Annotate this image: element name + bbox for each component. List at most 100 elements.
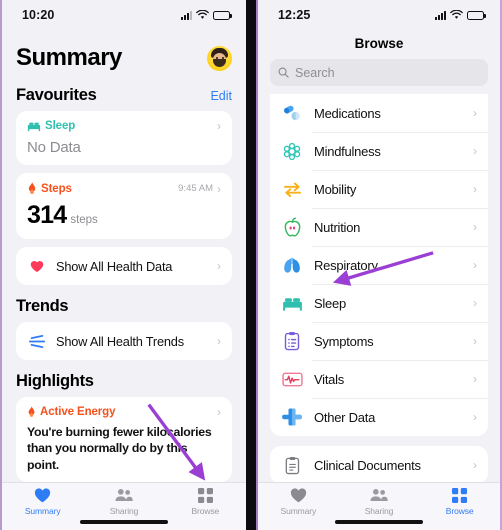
- trends-icon: [27, 331, 47, 351]
- signal-bars-icon: [181, 10, 192, 20]
- show-all-health-trends-row[interactable]: Show All Health Trends ›: [16, 322, 232, 360]
- chevron-right-icon: ›: [473, 106, 477, 120]
- arrows-icon: [281, 178, 303, 200]
- metric-unit: steps: [70, 214, 98, 226]
- row-label: Symptoms: [314, 333, 374, 349]
- page-title: Summary: [16, 44, 122, 71]
- chevron-right-icon: ›: [217, 119, 221, 133]
- chevron-right-icon: ›: [217, 181, 221, 196]
- section-title-favourites: Favourites: [16, 86, 97, 104]
- row-label: Vitals: [314, 371, 345, 387]
- list-item-nutrition[interactable]: Nutrition ›: [270, 208, 488, 246]
- waveform-icon: [281, 368, 303, 390]
- row-label: Clinical Documents: [314, 457, 421, 473]
- home-indicator: [335, 520, 423, 524]
- list-item-symptoms[interactable]: Symptoms ›: [270, 322, 488, 360]
- list-item-other-data[interactable]: Other Data ›: [270, 398, 488, 436]
- chevron-right-icon: ›: [217, 259, 221, 273]
- edit-favourites-button[interactable]: Edit: [210, 89, 232, 103]
- tab-label: Sharing: [364, 506, 394, 516]
- tab-label: Browse: [191, 506, 220, 516]
- chevron-right-icon: ›: [473, 258, 477, 272]
- metric-value: 314: [27, 201, 67, 229]
- status-clock: 10:20: [22, 8, 55, 22]
- grid-icon: [452, 488, 468, 503]
- metric-timestamp: 9:45 AM: [178, 183, 213, 194]
- summary-screen: 10:20 Summary Favourites Edit Sleep › No…: [2, 0, 246, 530]
- section-title-trends: Trends: [16, 297, 69, 315]
- status-bar-left: 10:20: [2, 0, 246, 30]
- flame-icon: [28, 406, 35, 417]
- status-icons: [435, 10, 486, 20]
- chevron-right-icon: ›: [473, 410, 477, 424]
- row-label: Show All Health Trends: [56, 333, 184, 349]
- row-label: Show All Health Data: [56, 258, 173, 274]
- avatar[interactable]: [207, 45, 232, 71]
- frame-divider: [246, 0, 256, 530]
- right-phone-frame: 12:25 Browse Search Medications › Mindfu…: [256, 0, 502, 530]
- chevron-right-icon: ›: [473, 144, 477, 158]
- row-label: Other Data: [314, 409, 376, 425]
- dual-phone-screenshot: 10:20 Summary Favourites Edit Sleep › No…: [0, 0, 502, 530]
- list-item-mobility[interactable]: Mobility ›: [270, 170, 488, 208]
- nav-title: Browse: [354, 36, 404, 51]
- row-label: Respiratory: [314, 257, 378, 273]
- heart-icon: [290, 488, 306, 503]
- heart-icon: [35, 488, 51, 503]
- search-icon: [278, 67, 289, 78]
- chevron-right-icon: ›: [473, 182, 477, 196]
- battery-icon: [467, 10, 486, 20]
- chevron-right-icon: ›: [473, 334, 477, 348]
- tab-sharing[interactable]: Sharing: [83, 488, 164, 516]
- health-categories-card: Medications › Mindfulness › Mobility › N…: [270, 94, 488, 436]
- search-input[interactable]: Search: [270, 59, 488, 86]
- chevron-right-icon: ›: [473, 296, 477, 310]
- row-label: Sleep: [314, 295, 346, 311]
- tab-label: Summary: [280, 506, 317, 516]
- documents-card: Clinical Documents ›: [270, 446, 488, 484]
- list-item-respiratory[interactable]: Respiratory ›: [270, 246, 488, 284]
- wifi-icon: [450, 10, 463, 19]
- people-icon: [370, 489, 388, 501]
- status-clock: 12:25: [278, 8, 311, 22]
- list-item-mindfulness[interactable]: Mindfulness ›: [270, 132, 488, 170]
- row-label: Medications: [314, 105, 381, 121]
- favourite-card-steps[interactable]: Steps 9:45 AM › 314 steps: [16, 173, 232, 239]
- favourite-card-sleep[interactable]: Sleep › No Data: [16, 111, 232, 165]
- metric-label: Sleep: [45, 120, 76, 132]
- wifi-icon: [196, 10, 209, 19]
- highlight-card-active-energy[interactable]: Active Energy › You're burning fewer kil…: [16, 397, 232, 483]
- tab-browse[interactable]: Browse: [165, 488, 246, 516]
- summary-content: Summary Favourites Edit Sleep › No Data …: [2, 30, 246, 483]
- status-bar-right: 12:25: [258, 0, 500, 30]
- document-icon: [281, 454, 303, 476]
- tab-browse[interactable]: Browse: [419, 488, 500, 516]
- chevron-right-icon: ›: [217, 334, 221, 348]
- pills-icon: [281, 102, 303, 124]
- highlight-description: You're burning fewer kilocalories than y…: [27, 425, 212, 472]
- battery-icon: [213, 10, 232, 20]
- metric-label: Active Energy: [40, 406, 116, 418]
- show-all-health-data-row[interactable]: Show All Health Data ›: [16, 247, 232, 285]
- people-icon: [115, 489, 133, 501]
- chevron-right-icon: ›: [473, 372, 477, 386]
- section-title-highlights: Highlights: [16, 372, 94, 390]
- list-item-medications[interactable]: Medications ›: [270, 94, 488, 132]
- apple-icon: [281, 216, 303, 238]
- card-header: Sleep ›: [27, 120, 221, 132]
- tab-label: Browse: [445, 506, 474, 516]
- tab-summary[interactable]: Summary: [2, 488, 83, 516]
- tab-summary[interactable]: Summary: [258, 488, 339, 516]
- bed-icon: [27, 122, 41, 132]
- list-item-clinical-documents[interactable]: Clinical Documents ›: [270, 446, 488, 484]
- status-icons: [181, 10, 232, 20]
- chevron-right-icon: ›: [473, 220, 477, 234]
- list-item-vitals[interactable]: Vitals ›: [270, 360, 488, 398]
- bed-icon: [281, 292, 303, 314]
- metric-value-group: 314 steps: [27, 201, 221, 230]
- signal-bars-icon: [435, 10, 446, 20]
- tab-sharing[interactable]: Sharing: [339, 488, 420, 516]
- list-item-sleep[interactable]: Sleep ›: [270, 284, 488, 322]
- left-phone-frame: 10:20 Summary Favourites Edit Sleep › No…: [0, 0, 246, 530]
